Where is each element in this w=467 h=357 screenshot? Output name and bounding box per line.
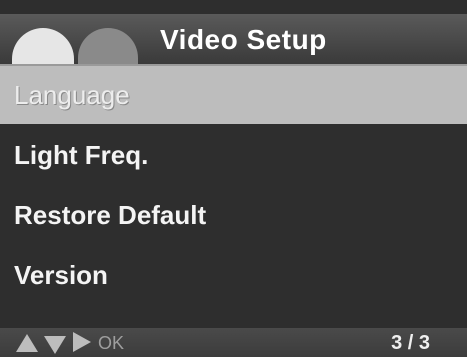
- menu-footer: OK 3 / 3: [0, 328, 467, 357]
- menu-item-restore-default[interactable]: Restore Default: [0, 186, 467, 244]
- ok-hint-label: OK: [98, 333, 125, 353]
- down-arrow-icon: [44, 336, 66, 354]
- menu-tab-active[interactable]: [12, 28, 74, 64]
- up-arrow-icon: [16, 334, 38, 352]
- page-indicator: 3 / 3: [391, 332, 430, 354]
- menu-header: Video Setup: [0, 14, 467, 66]
- menu-tab-inactive[interactable]: [78, 28, 138, 64]
- menu-item-version[interactable]: Version: [0, 246, 467, 304]
- camera-menu-screen: Video Setup Language Light Freq. Restore…: [0, 0, 467, 357]
- page-title: Video Setup: [160, 24, 327, 55]
- right-arrow-icon: [73, 332, 91, 352]
- menu-item-language[interactable]: Language: [0, 66, 467, 124]
- menu-item-light-freq[interactable]: Light Freq.: [0, 126, 467, 184]
